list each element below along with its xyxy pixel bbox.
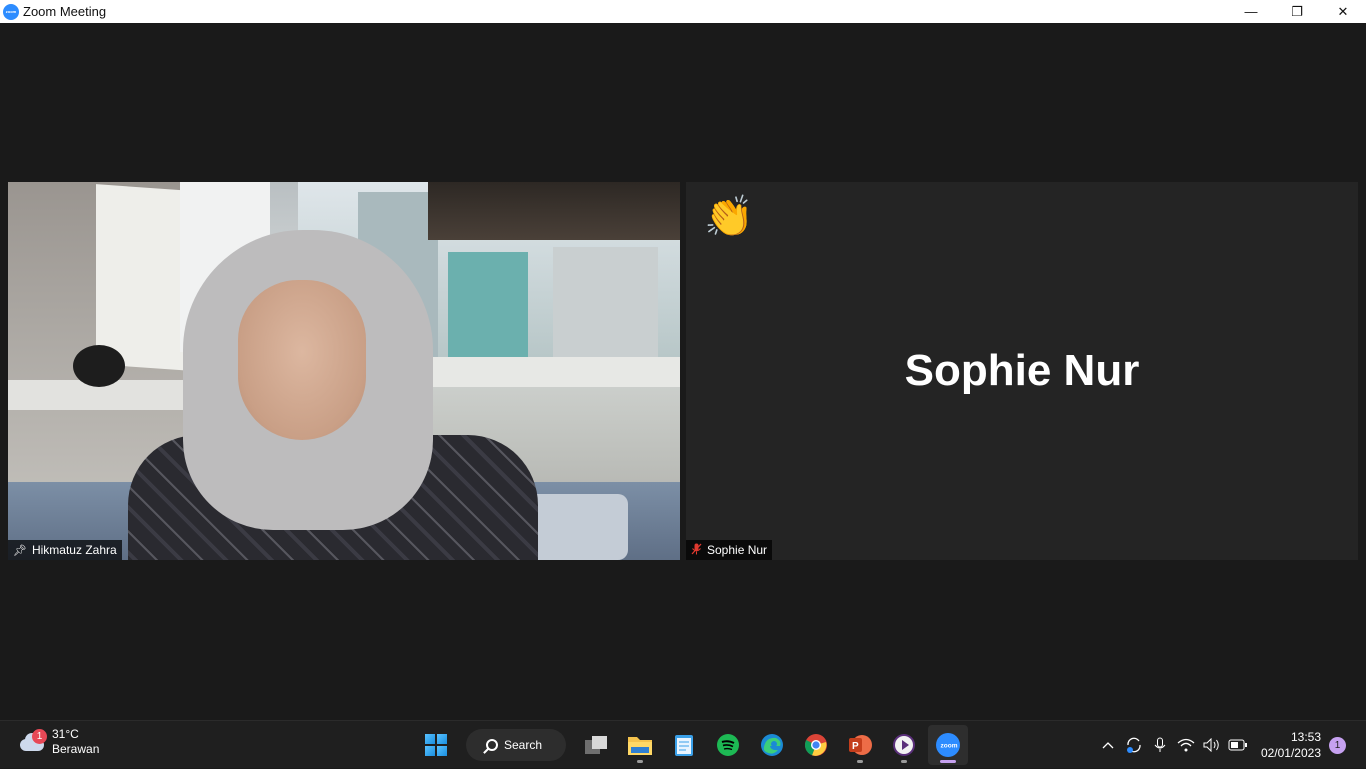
weather-temperature: 31°C xyxy=(52,727,79,741)
clock-date: 02/01/2023 xyxy=(1260,746,1321,760)
microphone-icon[interactable] xyxy=(1147,725,1173,765)
media-player-button[interactable] xyxy=(884,725,924,765)
system-tray: 13:53 02/01/2023 1 xyxy=(1095,721,1366,769)
minimize-button[interactable]: — xyxy=(1228,0,1274,23)
svg-text:zoom: zoom xyxy=(941,743,958,750)
camera-feed xyxy=(8,182,680,560)
zoom-app-icon-text: zoom xyxy=(5,9,17,14)
participant-person xyxy=(128,230,548,560)
clock-time: 13:53 xyxy=(1290,730,1321,744)
participant-name: Hikmatuz Zahra xyxy=(31,543,117,557)
task-view-icon xyxy=(585,736,607,754)
cloud-icon: 1 xyxy=(16,729,47,753)
notepad-icon xyxy=(675,735,693,756)
chrome-button[interactable] xyxy=(796,725,836,765)
spotify-button[interactable] xyxy=(708,725,748,765)
svg-text:P: P xyxy=(852,741,859,752)
title-bar: zoom Zoom Meeting — ❐ ✕ xyxy=(0,0,1366,23)
battery-icon[interactable] xyxy=(1225,725,1251,765)
taskbar: 1 31°C Berawan Search P zoom 13:53 02/01… xyxy=(0,720,1366,768)
zoom-icon: zoom xyxy=(936,733,960,757)
notepad-button[interactable] xyxy=(664,725,704,765)
participant-tile-video[interactable]: 📌︎ Hikmatuz Zahra xyxy=(8,182,680,560)
powerpoint-button[interactable]: P xyxy=(840,725,880,765)
volume-icon[interactable] xyxy=(1199,725,1225,765)
close-button[interactable]: ✕ xyxy=(1320,0,1366,23)
chrome-icon xyxy=(804,734,827,756)
powerpoint-icon: P xyxy=(849,735,872,755)
meeting-gallery: 📌︎ Hikmatuz Zahra 👏 Sophie Nur Sophie Nu… xyxy=(0,23,1366,720)
participant-tile-avatar[interactable]: 👏 Sophie Nur Sophie Nur xyxy=(686,182,1358,560)
pin-icon: 📌︎ xyxy=(13,544,27,557)
chevron-up-icon[interactable] xyxy=(1095,725,1121,765)
folder-icon xyxy=(628,737,652,755)
clock[interactable]: 13:53 02/01/2023 xyxy=(1251,729,1329,761)
task-view-button[interactable] xyxy=(576,725,616,765)
zoom-button[interactable]: zoom xyxy=(928,725,968,765)
weather-badge: 1 xyxy=(32,729,47,744)
participant-nameplate: Sophie Nur xyxy=(686,540,773,560)
participant-name: Sophie Nur xyxy=(707,543,768,557)
sync-icon[interactable] xyxy=(1121,725,1147,765)
mic-muted-icon xyxy=(691,543,702,558)
weather-condition: Berawan xyxy=(52,742,100,756)
taskbar-apps: Search P zoom xyxy=(416,725,968,765)
start-button[interactable] xyxy=(416,725,456,765)
restore-button[interactable]: ❐ xyxy=(1274,0,1320,23)
participant-nameplate: 📌︎ Hikmatuz Zahra xyxy=(8,540,122,560)
window-controls: — ❐ ✕ xyxy=(1228,0,1366,23)
media-player-icon xyxy=(893,734,915,756)
weather-widget[interactable]: 1 31°C Berawan xyxy=(16,727,99,757)
spotify-icon xyxy=(717,734,739,756)
taskbar-search[interactable]: Search xyxy=(466,729,566,761)
search-icon xyxy=(486,739,498,751)
participant-display-name: Sophie Nur xyxy=(904,346,1140,395)
window-title: Zoom Meeting xyxy=(23,4,107,19)
zoom-app-icon: zoom xyxy=(3,3,19,20)
search-label: Search xyxy=(504,738,543,752)
notification-badge[interactable]: 1 xyxy=(1329,736,1346,754)
wifi-icon[interactable] xyxy=(1173,725,1199,765)
edge-icon xyxy=(761,734,783,756)
edge-button[interactable] xyxy=(752,725,792,765)
file-explorer-button[interactable] xyxy=(620,725,660,765)
windows-logo-icon xyxy=(425,734,447,756)
